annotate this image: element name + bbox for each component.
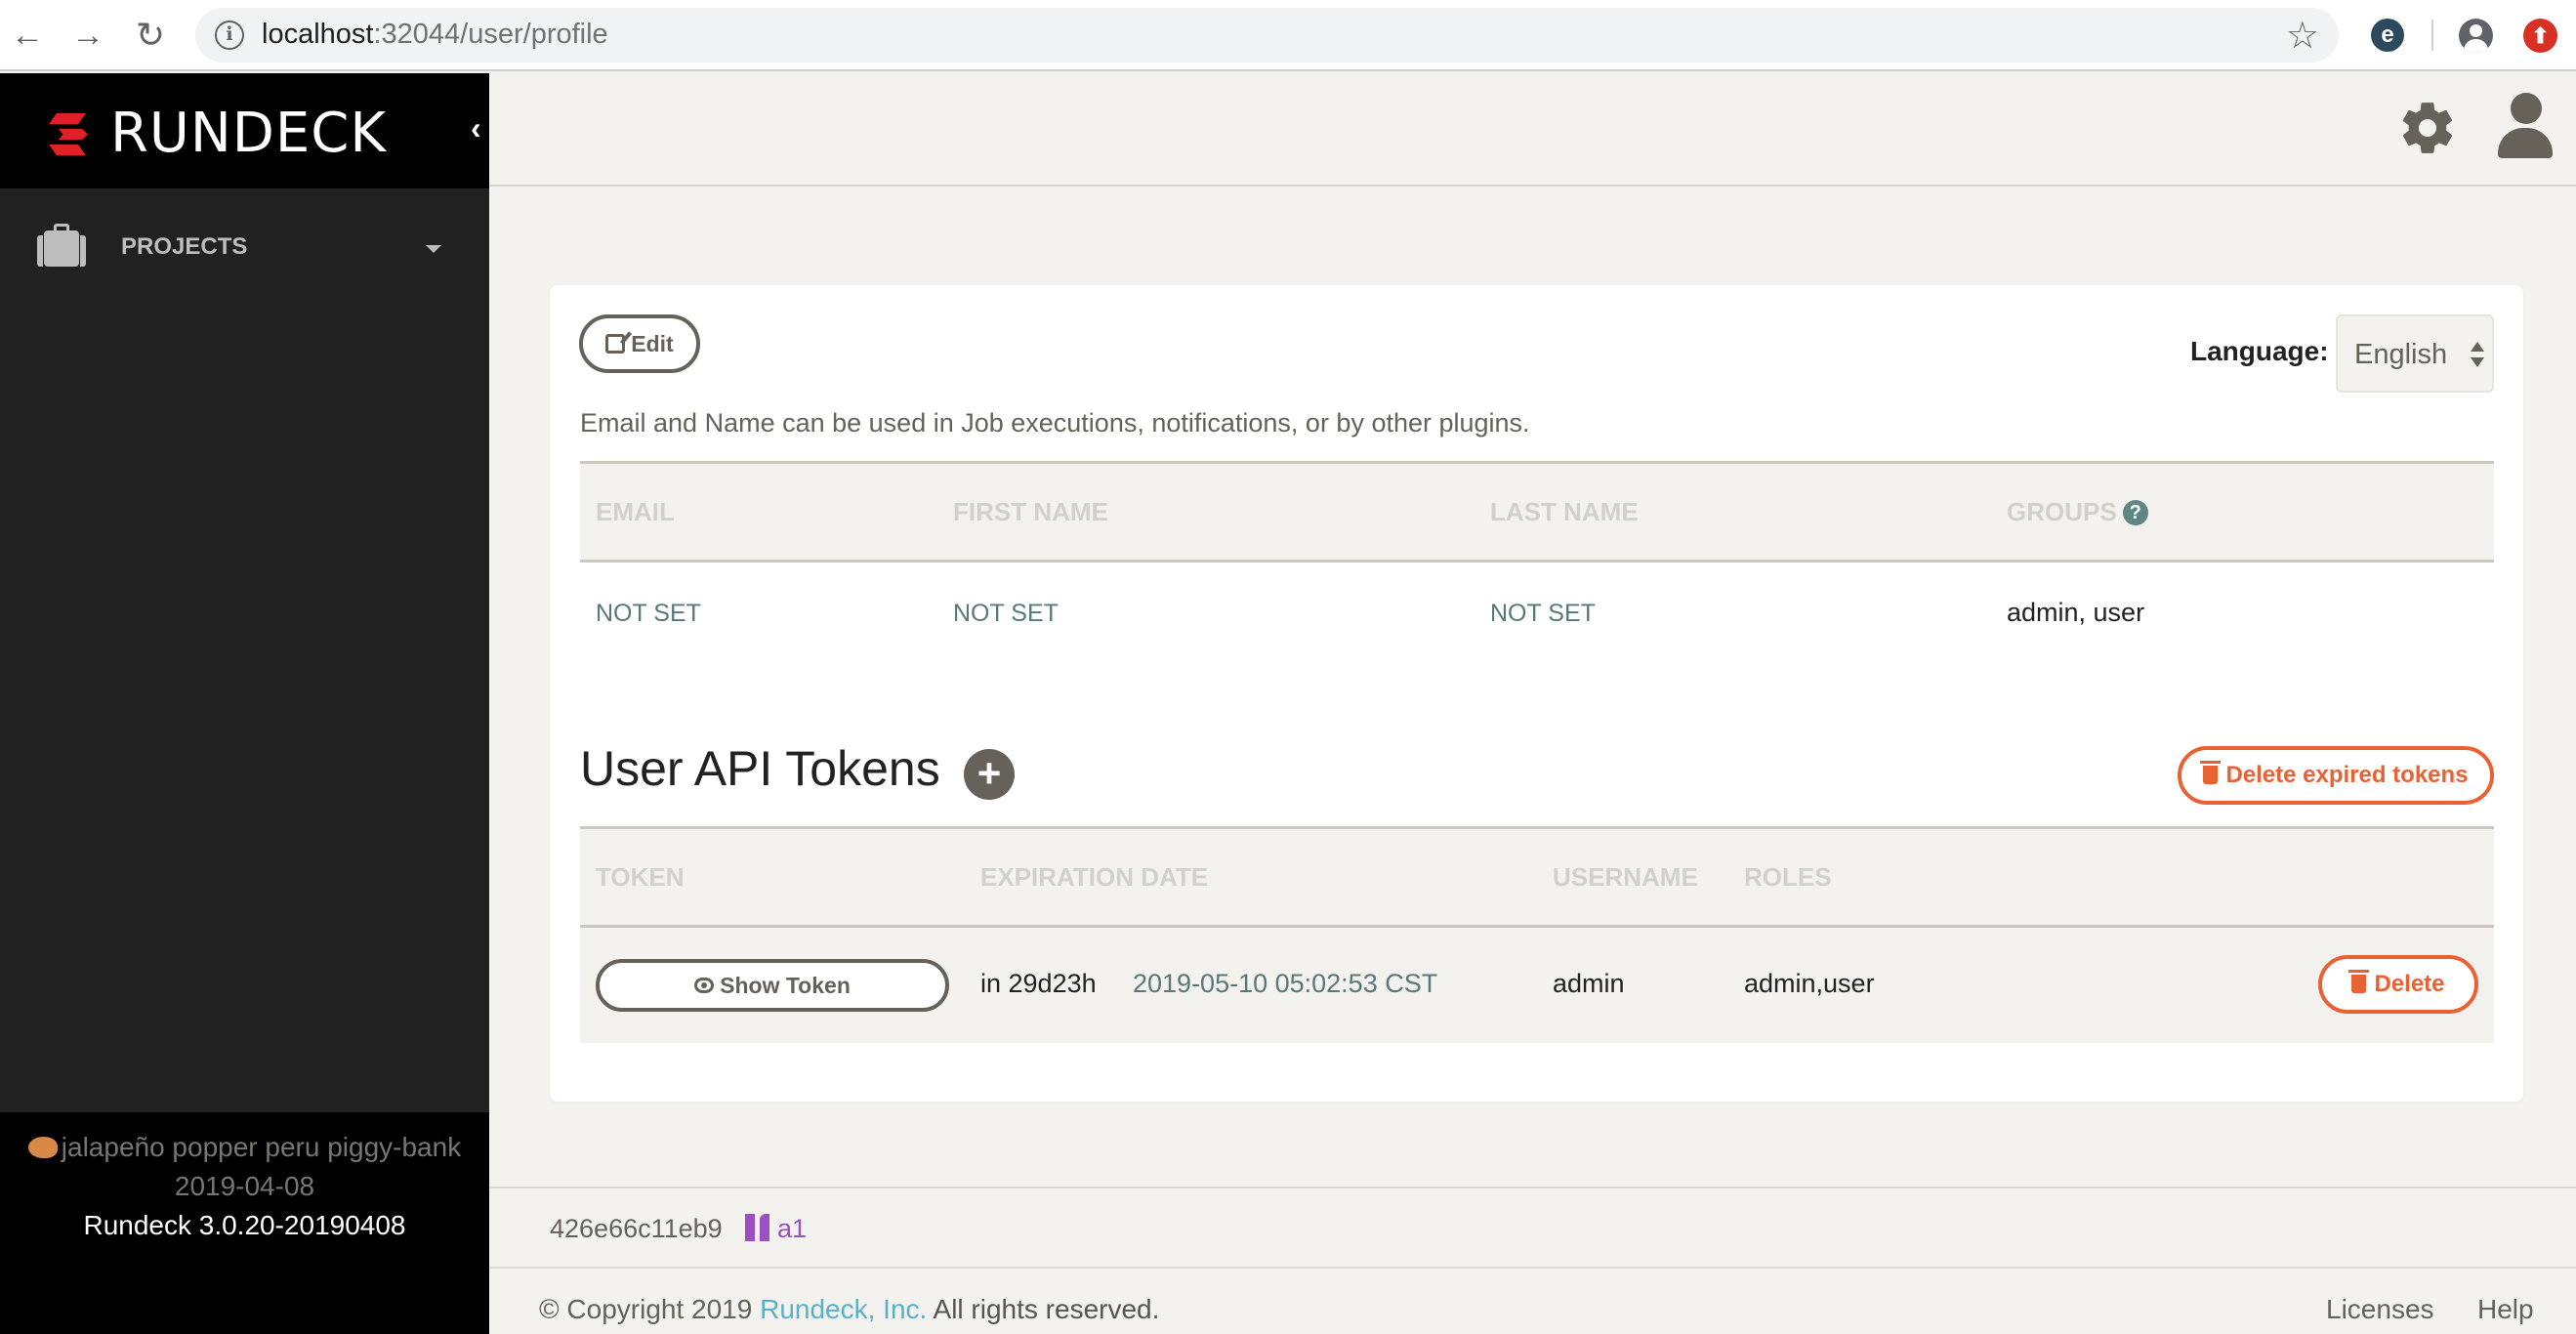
bookmark-star-icon[interactable]: ☆ bbox=[2286, 14, 2319, 58]
briefcase-icon bbox=[37, 224, 86, 267]
brand-name[interactable]: RUNDECK bbox=[110, 102, 387, 165]
trash-icon bbox=[2348, 970, 2370, 993]
column-header-first-name: FIRST NAME bbox=[953, 497, 1108, 526]
gear-icon[interactable] bbox=[2397, 98, 2458, 158]
browser-toolbar: ← → ↻ i localhost:32044/user/profile ☆ e… bbox=[0, 0, 2576, 71]
url-text[interactable]: localhost:32044/user/profile bbox=[262, 19, 608, 51]
caret-down-icon bbox=[426, 245, 441, 253]
version-name: jalapeño popper peru piggy-bank bbox=[61, 1132, 462, 1162]
address-bar[interactable]: i localhost:32044/user/profile ☆ bbox=[195, 8, 2339, 63]
tokens-table: TOKEN EXPIRATION DATE USERNAME ROLES Sho… bbox=[580, 826, 2494, 1043]
footer-divider bbox=[489, 1267, 2576, 1269]
email-value: NOT SET bbox=[596, 600, 701, 627]
eye-icon bbox=[694, 978, 715, 993]
last-name-value: NOT SET bbox=[1490, 600, 1596, 627]
token-expiration-date: 2019-05-10 05:02:53 CST bbox=[1133, 969, 1438, 998]
licenses-link[interactable]: Licenses bbox=[2326, 1294, 2434, 1325]
show-token-button[interactable]: Show Token bbox=[596, 959, 949, 1012]
groups-header-label: GROUPS bbox=[2007, 497, 2117, 526]
piggy-bank-icon bbox=[27, 1137, 58, 1158]
chevron-left-icon[interactable]: ‹ bbox=[471, 110, 481, 146]
delete-token-label: Delete bbox=[2374, 971, 2445, 997]
edit-icon bbox=[605, 334, 626, 354]
trash-icon bbox=[2200, 761, 2222, 784]
column-header-username: USERNAME bbox=[1553, 862, 1698, 892]
copyright: © Copyright 2019 Rundeck, Inc. All right… bbox=[539, 1294, 1159, 1325]
copyright-prefix: © Copyright 2019 bbox=[539, 1294, 753, 1324]
sidebar-item-label: PROJECTS bbox=[121, 233, 248, 260]
select-arrows-icon bbox=[2471, 342, 2484, 371]
profile-help-text: Email and Name can be used in Job execut… bbox=[580, 408, 1530, 438]
column-header-roles: ROLES bbox=[1744, 862, 1832, 892]
url-host: localhost bbox=[262, 19, 374, 50]
footer-divider bbox=[489, 1187, 2576, 1188]
language-label: Language: bbox=[2190, 336, 2329, 366]
rundeck-inc-link[interactable]: Rundeck, Inc. bbox=[760, 1294, 927, 1324]
tokens-table-header: TOKEN EXPIRATION DATE USERNAME ROLES bbox=[580, 826, 2494, 928]
logo-bar: RUNDECK bbox=[0, 73, 489, 188]
url-path: :32044/user/profile bbox=[373, 19, 608, 50]
language-value: English bbox=[2354, 339, 2448, 370]
delete-token-button[interactable]: Delete bbox=[2318, 955, 2478, 1014]
extension-icon[interactable]: e bbox=[2371, 19, 2404, 52]
user-menu-icon[interactable] bbox=[2498, 93, 2553, 158]
site-info-icon[interactable]: i bbox=[215, 21, 244, 50]
toolbar-divider bbox=[2431, 20, 2433, 51]
add-token-button[interactable]: + bbox=[964, 749, 1015, 800]
edit-button[interactable]: Edit bbox=[579, 314, 700, 373]
browser-update-icon[interactable]: ⬆ bbox=[2523, 19, 2557, 53]
profile-table: EMAIL FIRST NAME LAST NAME GROUPS? NOT S… bbox=[580, 461, 2494, 660]
build-hash: 426e66c11eb9 bbox=[550, 1214, 723, 1243]
version-build: Rundeck 3.0.20-20190408 bbox=[83, 1210, 406, 1240]
version-date: 2019-04-08 bbox=[174, 1171, 315, 1201]
sidebar-item-projects[interactable]: PROJECTS bbox=[0, 220, 489, 284]
column-header-expiration-date: EXPIRATION DATE bbox=[980, 862, 1209, 892]
show-token-label: Show Token bbox=[720, 973, 851, 998]
profile-table-header: EMAIL FIRST NAME LAST NAME GROUPS? bbox=[580, 461, 2494, 563]
version-info: jalapeño popper peru piggy-bank 2019-04-… bbox=[0, 1112, 489, 1334]
column-header-groups: GROUPS? bbox=[2007, 497, 2148, 527]
reload-icon[interactable]: ↻ bbox=[131, 16, 170, 55]
top-header bbox=[489, 73, 2576, 187]
table-row: NOT SET NOT SET NOT SET admin, user bbox=[580, 563, 2494, 660]
rundeck-logo-icon[interactable] bbox=[45, 113, 90, 156]
token-roles: admin,user bbox=[1744, 969, 1875, 998]
language-select[interactable]: English bbox=[2336, 314, 2494, 393]
edit-button-label: Edit bbox=[631, 331, 674, 356]
browser-profile-icon[interactable] bbox=[2459, 19, 2493, 53]
table-row: Show Token in 29d23h 2019-05-10 05:02:53… bbox=[580, 928, 2494, 1043]
profile-card: Edit Language: English Email and Name ca… bbox=[550, 285, 2523, 1102]
column-header-token: TOKEN bbox=[596, 862, 685, 892]
token-expires-in: in 29d23h bbox=[980, 969, 1097, 998]
delete-expired-tokens-button[interactable]: Delete expired tokens bbox=[2178, 746, 2494, 805]
groups-value: admin, user bbox=[2007, 598, 2145, 627]
help-link[interactable]: Help bbox=[2477, 1294, 2534, 1325]
delete-expired-label: Delete expired tokens bbox=[2225, 762, 2469, 788]
back-icon[interactable]: ← bbox=[8, 16, 47, 55]
first-name-value: NOT SET bbox=[953, 600, 1059, 627]
forward-icon[interactable]: → bbox=[68, 16, 107, 55]
column-header-email: EMAIL bbox=[596, 497, 675, 526]
tokens-section-title: User API Tokens bbox=[580, 741, 940, 796]
help-question-icon[interactable]: ? bbox=[2122, 500, 2148, 525]
copyright-suffix: All rights reserved. bbox=[933, 1294, 1160, 1324]
column-header-last-name: LAST NAME bbox=[1490, 497, 1639, 526]
cutlery-icon bbox=[745, 1214, 772, 1243]
build-tag: a1 bbox=[777, 1214, 808, 1243]
token-username: admin bbox=[1553, 969, 1625, 998]
